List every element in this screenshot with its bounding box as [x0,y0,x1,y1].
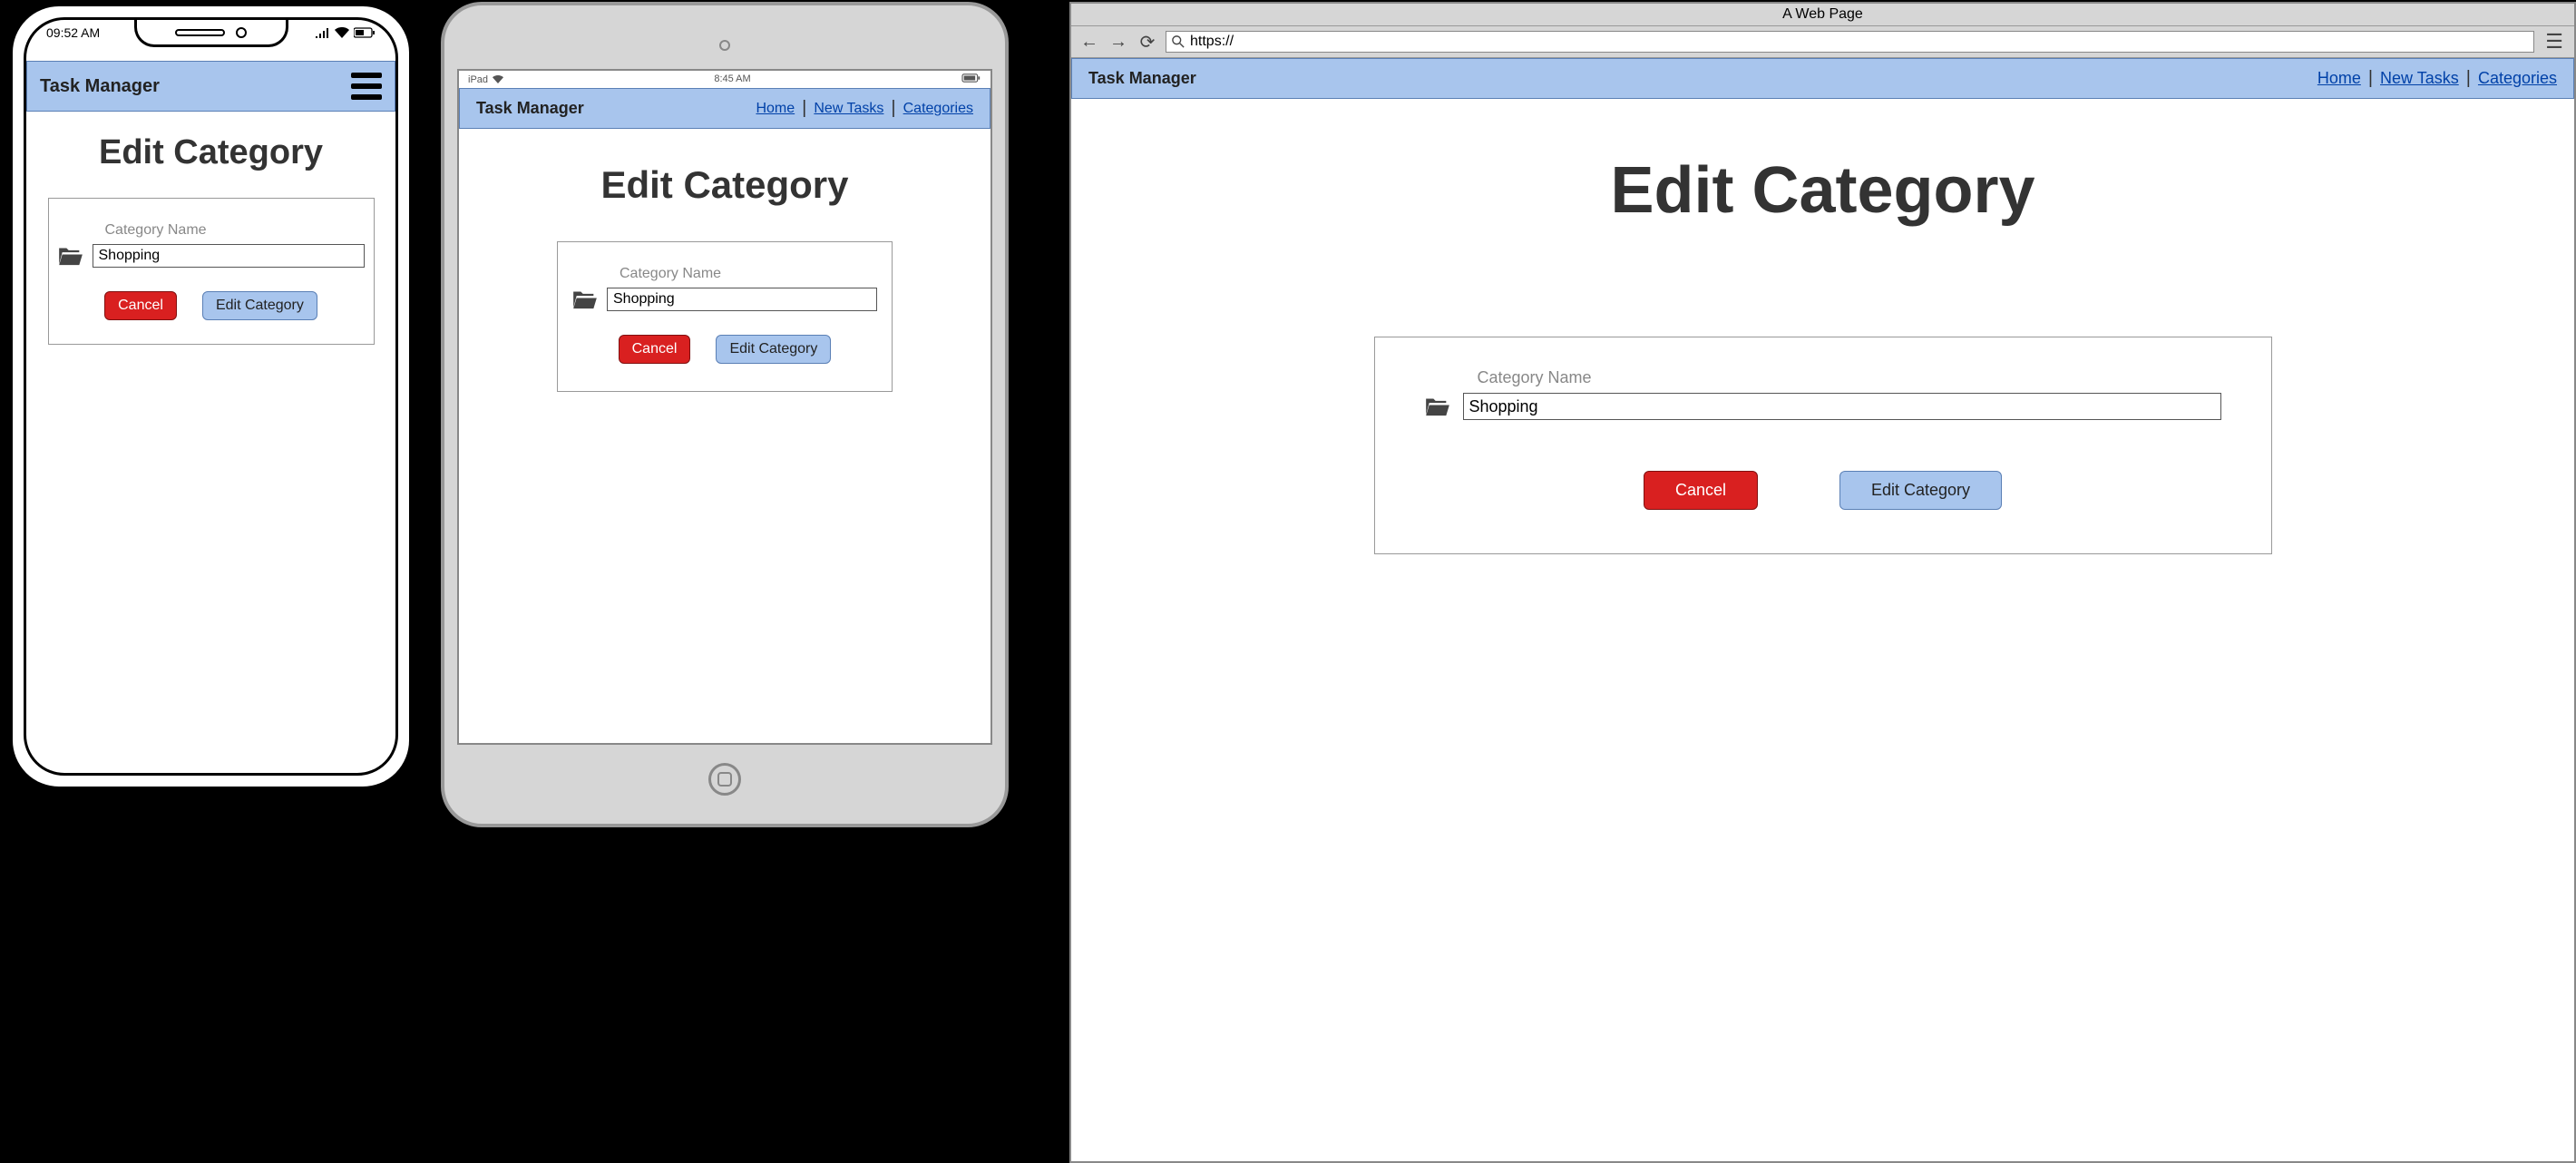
back-icon[interactable]: ← [1078,32,1100,53]
browser-mockup: A Web Page ← → ⟳ https:// ☰ Task Manager… [1069,2,2576,1163]
nav-links: Home | New Tasks | Categories [2317,68,2557,89]
nav-separator: | [2466,68,2471,89]
nav-categories[interactable]: Categories [2478,69,2557,88]
form-card: Category Name Cancel Edit Category [48,198,375,345]
category-name-input[interactable] [607,288,877,311]
phone-screen: 09:52 AM Task Manager Edit Category Cate… [24,17,398,776]
forward-icon[interactable]: → [1107,32,1129,53]
field-row [572,288,877,311]
reload-icon[interactable]: ⟳ [1137,31,1158,54]
app-bar: Task Manager [26,61,395,112]
tablet-time: 8:45 AM [714,73,750,85]
nav-categories[interactable]: Categories [903,101,973,117]
nav-links: Home | New Tasks | Categories [756,98,973,119]
page-title: Edit Category [26,133,395,172]
tablet-screen: iPad 8:45 AM Task Manager Home | New Tas… [457,69,992,745]
field-row [58,244,365,268]
tablet-status-bar: iPad 8:45 AM [459,71,990,88]
field-row [1425,393,2221,420]
folder-open-icon [1425,396,1450,416]
field-label: Category Name [105,222,365,239]
signal-icon [316,27,330,38]
search-icon [1172,35,1185,48]
cancel-button[interactable]: Cancel [1644,471,1758,510]
phone-time: 09:52 AM [46,25,100,40]
submit-button[interactable]: Edit Category [202,291,317,320]
category-name-input[interactable] [93,244,365,268]
field-label: Category Name [1478,368,2221,387]
nav-new-tasks[interactable]: New Tasks [814,101,883,117]
phone-speaker [175,29,225,36]
battery-icon [354,27,376,38]
battery-icon [961,73,981,83]
browser-toolbar: ← → ⟳ https:// ☰ [1071,26,2574,58]
phone-notch [134,20,288,47]
field-label: Category Name [620,266,877,282]
nav-home[interactable]: Home [2317,69,2361,88]
submit-button[interactable]: Edit Category [1839,471,2002,510]
phone-camera [236,27,247,38]
cancel-button[interactable]: Cancel [619,335,691,364]
button-row: Cancel Edit Category [572,335,877,364]
nav-separator: | [2368,68,2373,89]
nav-separator: | [891,98,895,119]
app-bar: Task Manager Home | New Tasks | Categori… [1071,58,2574,99]
browser-content: Task Manager Home | New Tasks | Categori… [1071,58,2574,1159]
tablet-mockup: iPad 8:45 AM Task Manager Home | New Tas… [441,2,1009,827]
menu-icon[interactable] [351,73,382,100]
wifi-icon [335,27,349,38]
cancel-button[interactable]: Cancel [104,291,177,320]
app-title: Task Manager [476,99,584,118]
nav-home[interactable]: Home [756,101,795,117]
category-name-input[interactable] [1463,393,2221,420]
browser-menu-icon[interactable]: ☰ [2542,30,2567,54]
app-title: Task Manager [40,76,160,97]
tablet-camera [719,40,730,51]
page-title: Edit Category [459,163,990,207]
folder-open-icon [572,288,598,309]
form-card: Category Name Cancel Edit Category [1374,337,2272,554]
wifi-icon [493,75,503,83]
nav-new-tasks[interactable]: New Tasks [2380,69,2459,88]
url-text: https:// [1190,34,1234,50]
form-card: Category Name Cancel Edit Category [557,241,893,392]
app-title: Task Manager [1088,69,1196,88]
browser-titlebar: A Web Page [1071,4,2574,26]
tablet-device-label: iPad [468,74,488,85]
app-bar: Task Manager Home | New Tasks | Categori… [459,88,990,129]
phone-status-icons [316,25,376,40]
page-title: Edit Category [1071,153,2574,228]
phone-mockup: 09:52 AM Task Manager Edit Category Cate… [9,3,413,790]
button-row: Cancel Edit Category [58,291,365,320]
folder-open-icon [58,245,83,266]
button-row: Cancel Edit Category [1425,471,2221,510]
tablet-home-button[interactable] [708,763,741,796]
url-bar[interactable]: https:// [1166,31,2534,53]
phone-content: Task Manager Edit Category Category Name… [26,20,395,773]
nav-separator: | [802,98,806,119]
submit-button[interactable]: Edit Category [716,335,831,364]
